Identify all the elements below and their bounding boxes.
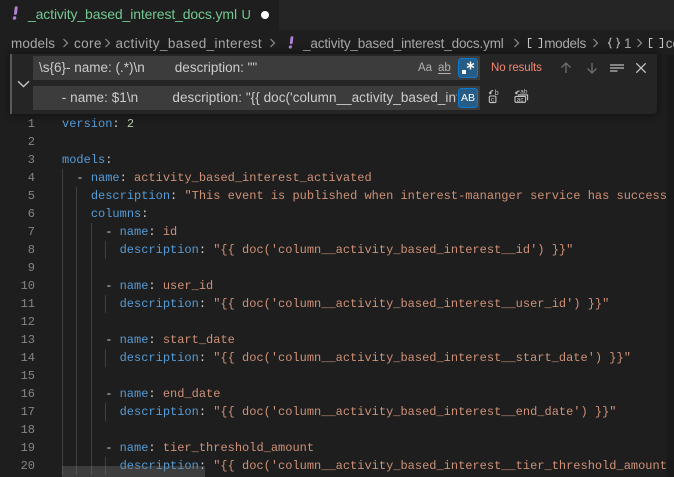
svg-text:b: b — [495, 90, 499, 97]
svg-text:ac: ac — [516, 97, 524, 104]
svg-text:ab: ab — [520, 89, 528, 96]
